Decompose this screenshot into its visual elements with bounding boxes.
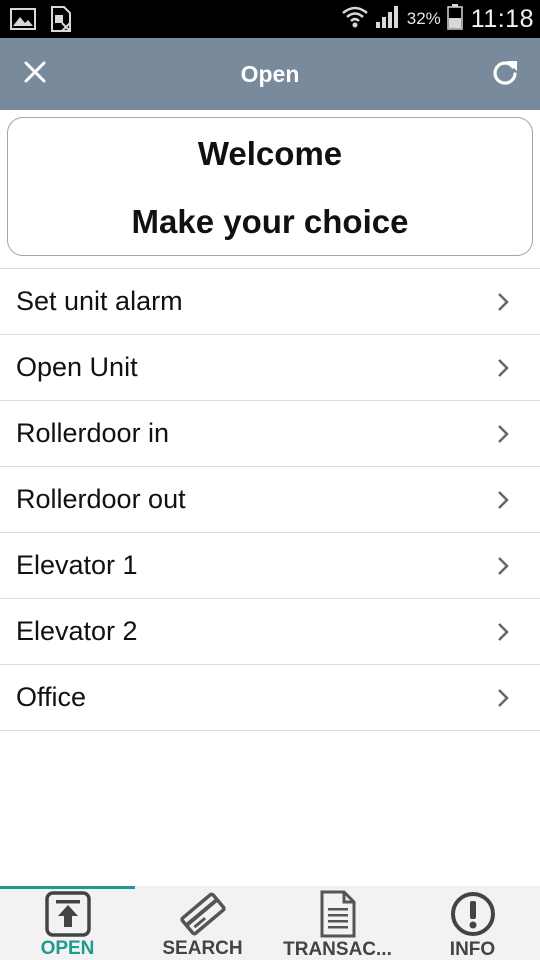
screen: 32% 11:18 Open Welcome Make your choice … xyxy=(0,0,540,960)
app-bar: Open xyxy=(0,38,540,110)
list-item-office[interactable]: Office xyxy=(0,665,540,731)
bottom-tab-bar: OPEN SEARCH TRANSAC... INFO xyxy=(0,886,540,960)
battery-icon xyxy=(447,3,463,35)
tab-info[interactable]: INFO xyxy=(405,886,540,960)
welcome-heading: Welcome xyxy=(197,135,343,172)
tab-label: OPEN xyxy=(40,938,95,959)
list-item-set-unit-alarm[interactable]: Set unit alarm xyxy=(0,269,540,335)
image-notification-icon xyxy=(10,8,36,35)
status-bar: 32% 11:18 xyxy=(0,0,540,38)
wifi-icon xyxy=(341,4,369,35)
chevron-right-icon xyxy=(498,293,509,311)
tab-label: TRANSAC... xyxy=(283,939,392,960)
list-item-label: Set unit alarm xyxy=(16,286,183,316)
sim-notification-icon xyxy=(50,6,72,37)
page-title: Open xyxy=(240,61,300,87)
list-item-label: Rollerdoor out xyxy=(16,484,186,514)
list-item-label: Elevator 1 xyxy=(16,550,138,580)
list-item-label: Elevator 2 xyxy=(16,616,138,646)
list-item-elevator-1[interactable]: Elevator 1 xyxy=(0,533,540,599)
list-item-rollerdoor-out[interactable]: Rollerdoor out xyxy=(0,467,540,533)
clock: 11:18 xyxy=(470,4,534,33)
tab-transactions[interactable]: TRANSAC... xyxy=(270,886,405,960)
refresh-icon xyxy=(491,58,519,91)
signal-icon xyxy=(375,5,401,34)
card-icon xyxy=(178,890,228,937)
welcome-subheading: Make your choice xyxy=(131,203,409,240)
list-item-elevator-2[interactable]: Elevator 2 xyxy=(0,599,540,665)
list-item-label: Open Unit xyxy=(16,352,138,382)
chevron-right-icon xyxy=(498,689,509,707)
chevron-right-icon xyxy=(498,359,509,377)
refresh-button[interactable] xyxy=(470,38,540,110)
info-icon xyxy=(449,890,497,938)
chevron-right-icon xyxy=(498,623,509,641)
list-item-label: Office xyxy=(16,682,87,712)
upload-box-icon xyxy=(44,890,92,937)
tab-open[interactable]: OPEN xyxy=(0,886,135,960)
tab-search[interactable]: SEARCH xyxy=(135,886,270,960)
welcome-box: Welcome Make your choice xyxy=(7,117,533,256)
list-item-open-unit[interactable]: Open Unit xyxy=(0,335,540,401)
battery-percent: 32% xyxy=(406,9,441,28)
list-item-label: Rollerdoor in xyxy=(16,418,170,448)
tab-label: INFO xyxy=(449,939,496,960)
document-icon xyxy=(318,890,358,938)
list-item-rollerdoor-in[interactable]: Rollerdoor in xyxy=(0,401,540,467)
chevron-right-icon xyxy=(498,425,509,443)
chevron-right-icon xyxy=(498,491,509,509)
menu-list: Set unit alarm Open Unit Rollerdoor in R… xyxy=(0,268,540,731)
chevron-right-icon xyxy=(498,557,509,575)
tab-label: SEARCH xyxy=(162,938,243,959)
